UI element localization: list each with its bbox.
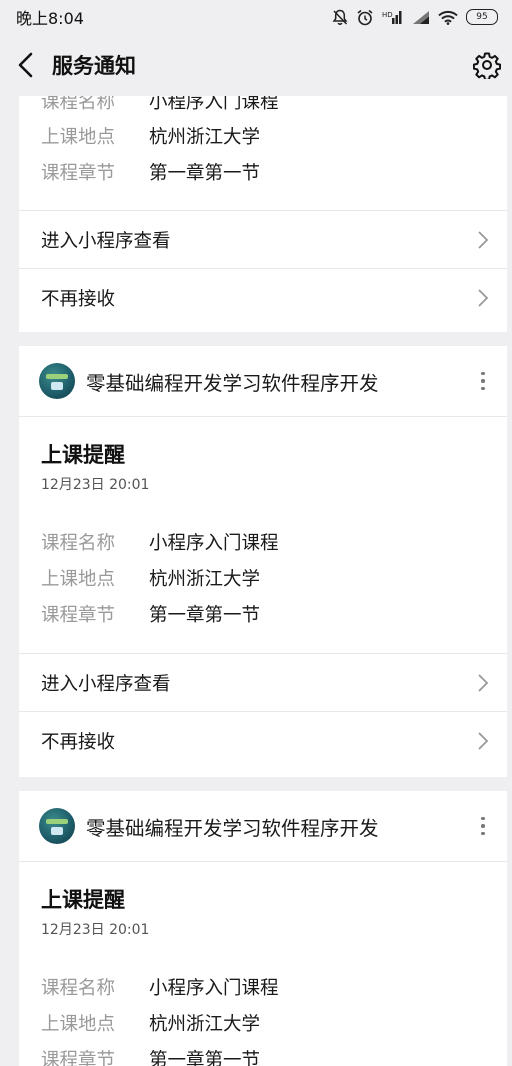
field-location: 上课地点 杭州浙江大学	[41, 565, 260, 591]
field-value: 第一章第一节	[149, 163, 261, 184]
gear-icon	[473, 52, 501, 79]
field-value: 小程序入门课程	[149, 978, 279, 999]
more-dot-icon	[481, 824, 485, 828]
more-options-button[interactable]	[469, 366, 497, 396]
open-miniprogram-button[interactable]: 进入小程序查看	[19, 653, 507, 711]
more-dot-icon	[481, 379, 485, 383]
field-label: 课程名称	[41, 533, 116, 554]
action-label: 进入小程序查看	[41, 673, 171, 695]
miniprogram-avatar	[39, 363, 75, 399]
chevron-right-icon	[478, 289, 489, 307]
miniprogram-name: 零基础编程开发学习软件程序开发	[86, 816, 379, 840]
notification-card: 零基础编程开发学习软件程序开发 上课提醒 12月23日 20:01 课程名称 小…	[19, 346, 507, 777]
unsubscribe-button[interactable]: 不再接收	[19, 711, 507, 769]
wifi-icon	[438, 10, 458, 25]
field-value: 杭州浙江大学	[149, 569, 261, 590]
field-location: 上课地点 杭州浙江大学	[41, 123, 260, 149]
field-value: 杭州浙江大学	[149, 1014, 261, 1035]
field-label: 上课地点	[41, 569, 116, 590]
signal-icon	[412, 10, 430, 25]
chevron-right-icon	[478, 732, 489, 750]
field-label: 课程章节	[41, 1050, 116, 1066]
back-button[interactable]	[2, 34, 50, 96]
field-label: 上课地点	[41, 1014, 116, 1035]
chevron-right-icon	[478, 674, 489, 692]
more-options-button[interactable]	[469, 811, 497, 841]
more-dot-icon	[481, 816, 485, 821]
notice-time: 12月23日 20:01	[41, 477, 150, 493]
card-header[interactable]: 零基础编程开发学习软件程序开发	[19, 791, 507, 862]
settings-button[interactable]	[470, 48, 504, 82]
field-course-name: 课程名称 小程序入门课程	[41, 974, 279, 1000]
chevron-right-icon	[478, 231, 489, 249]
notification-card: 零基础编程开发学习软件程序开发 上课提醒 12月23日 20:01 课程名称 小…	[19, 791, 507, 1066]
field-label: 课程章节	[41, 605, 116, 626]
status-bar: 晚上8:04 HD 95	[0, 0, 512, 34]
page-title: 服务通知	[52, 54, 136, 78]
field-value: 第一章第一节	[149, 1050, 261, 1066]
field-value: 小程序入门课程	[149, 533, 279, 554]
field-location: 上课地点 杭州浙江大学	[41, 1010, 260, 1036]
field-label: 课程章节	[41, 163, 116, 184]
field-label: 上课地点	[41, 127, 116, 148]
card-header[interactable]: 零基础编程开发学习软件程序开发	[19, 346, 507, 417]
field-value: 杭州浙江大学	[149, 127, 261, 148]
notice-title: 上课提醒	[41, 888, 125, 912]
notification-card: 课程名称 小程序入门课程 上课地点 杭州浙江大学 课程章节 第一章第一节 进入小…	[19, 96, 507, 332]
field-chapter: 课程章节 第一章第一节	[41, 1046, 260, 1066]
signal-hd-icon: HD	[382, 9, 404, 25]
chevron-left-icon	[18, 52, 33, 78]
field-label: 课程名称	[41, 96, 116, 113]
miniprogram-avatar	[39, 808, 75, 844]
notice-title: 上课提醒	[41, 443, 125, 467]
field-course-name: 课程名称 小程序入门课程	[41, 96, 279, 114]
action-label: 进入小程序查看	[41, 230, 171, 252]
field-label: 课程名称	[41, 978, 116, 999]
more-dot-icon	[481, 831, 485, 836]
unsubscribe-button[interactable]: 不再接收	[19, 268, 507, 326]
battery-icon: 95	[466, 9, 498, 25]
status-icons: HD 95	[332, 9, 498, 26]
svg-text:HD: HD	[382, 11, 393, 19]
field-value: 小程序入门课程	[149, 96, 279, 113]
field-chapter: 课程章节 第一章第一节	[41, 601, 260, 627]
alarm-icon	[356, 9, 374, 26]
nav-bar: 服务通知	[0, 34, 512, 96]
action-label: 不再接收	[41, 288, 116, 310]
field-chapter: 课程章节 第一章第一节	[41, 159, 260, 185]
action-label: 不再接收	[41, 731, 116, 753]
more-dot-icon	[481, 386, 485, 391]
field-value: 第一章第一节	[149, 605, 261, 626]
notification-list[interactable]: 课程名称 小程序入门课程 上课地点 杭州浙江大学 课程章节 第一章第一节 进入小…	[0, 96, 512, 1066]
field-course-name: 课程名称 小程序入门课程	[41, 529, 279, 555]
miniprogram-name: 零基础编程开发学习软件程序开发	[86, 371, 379, 395]
open-miniprogram-button[interactable]: 进入小程序查看	[19, 210, 507, 268]
more-dot-icon	[481, 371, 485, 376]
bell-off-icon	[332, 9, 348, 26]
status-time: 晚上8:04	[16, 9, 84, 28]
notice-time: 12月23日 20:01	[41, 922, 150, 938]
